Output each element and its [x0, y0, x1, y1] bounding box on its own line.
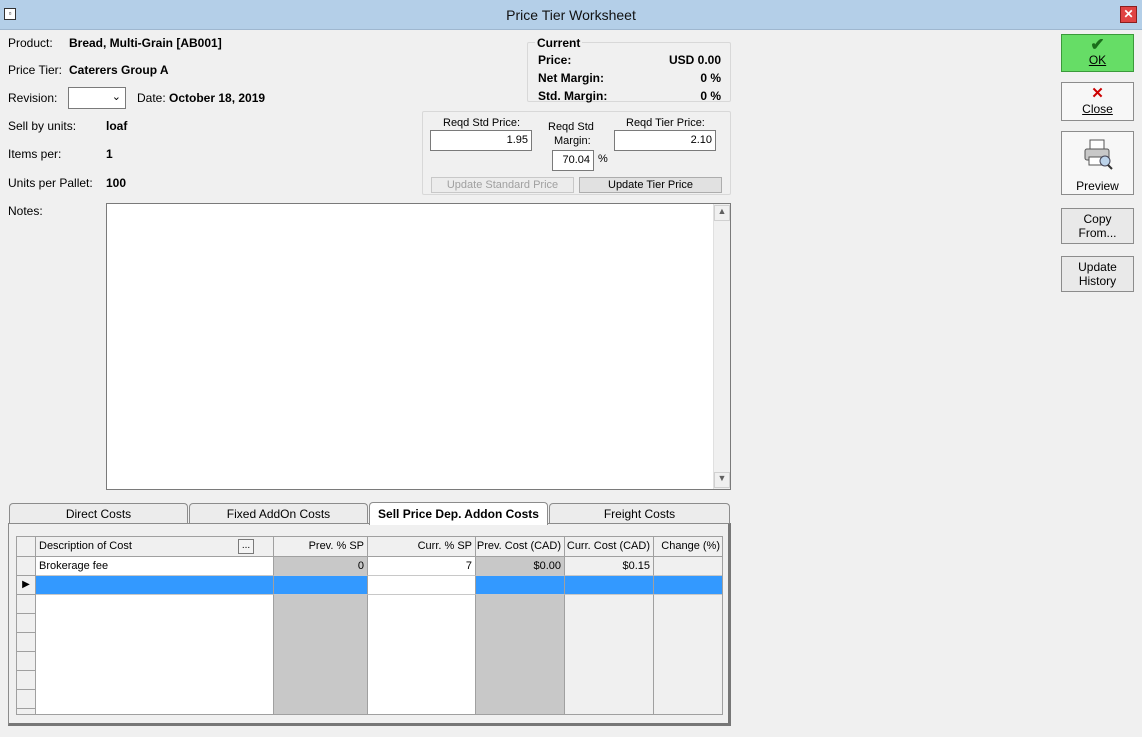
percent-sign: % [598, 153, 608, 165]
reqd-std-margin-input[interactable]: 70.04 [552, 150, 594, 171]
cell-description[interactable]: Brokerage fee [36, 557, 274, 576]
cell-curr-pct-sp[interactable]: 7 [368, 557, 476, 576]
revision-label: Revision: [8, 91, 58, 105]
cell-curr-cost: $0.15 [565, 557, 654, 576]
update-history-label-line1: Update [1078, 260, 1117, 274]
description-ellipsis-button[interactable]: ... [238, 539, 254, 554]
items-per-value: 1 [106, 147, 113, 161]
update-tier-price-button[interactable]: Update Tier Price [579, 177, 722, 193]
product-label: Product: [8, 36, 53, 50]
close-button[interactable]: ✕ Close [1061, 82, 1134, 121]
cell-prev-cost: $0.00 [476, 557, 565, 576]
printer-icon [1084, 139, 1113, 170]
new-row-description[interactable] [36, 576, 274, 595]
cell-prev-pct-sp: 0 [274, 557, 368, 576]
current-price-value: USD 0.00 [668, 53, 721, 67]
tab-fixed-addon-costs[interactable]: Fixed AddOn Costs [189, 503, 368, 524]
sell-by-units-value: loaf [106, 119, 128, 133]
window-title: Price Tier Worksheet [506, 7, 636, 23]
new-row-change-pct [654, 576, 722, 595]
date-label: Date: [137, 91, 166, 105]
grid-corner [17, 537, 36, 557]
notes-textarea[interactable]: ▲ ▼ [106, 203, 731, 490]
current-row-indicator-icon[interactable]: ▶ [17, 576, 36, 595]
cell-change-pct [654, 557, 722, 576]
current-group: Current Price: USD 0.00 Net Margin: 0 % … [527, 36, 731, 103]
product-value: Bread, Multi-Grain [AB001] [69, 36, 222, 50]
copy-from-label-line2: From... [1078, 226, 1117, 240]
units-per-pallet-label: Units per Pallet: [8, 176, 93, 190]
preview-label: Preview [1076, 179, 1119, 193]
title-bar: ▫ Price Tier Worksheet ✕ [0, 0, 1142, 30]
empty-description-column [36, 595, 274, 714]
tab-freight-costs[interactable]: Freight Costs [549, 503, 730, 524]
items-per-label: Items per: [8, 147, 62, 161]
notes-scrollbar[interactable]: ▲ ▼ [713, 204, 730, 489]
empty-prev-cost-column [476, 595, 565, 714]
reqd-tier-price-input[interactable]: 2.10 [614, 130, 716, 151]
tab-direct-costs[interactable]: Direct Costs [9, 503, 188, 524]
reqd-std-price-input[interactable]: 1.95 [430, 130, 532, 151]
close-label: Close [1082, 102, 1113, 116]
window-close-button[interactable]: ✕ [1120, 6, 1137, 23]
checkmark-icon: ✔ [1090, 35, 1105, 54]
column-header-prev-pct-sp[interactable]: Prev. % SP [274, 537, 368, 557]
ok-label: OK [1088, 53, 1107, 67]
column-header-change-pct[interactable]: Change (%) [654, 537, 722, 557]
std-margin-value: 0 % [700, 89, 721, 103]
price-tier-label: Price Tier: [8, 63, 63, 77]
new-row-prev-pct-sp [274, 576, 368, 595]
std-margin-label: Std. Margin: [538, 89, 608, 103]
revision-select[interactable]: ⌄ [68, 87, 126, 109]
date-value: October 18, 2019 [169, 91, 266, 105]
copy-from-button[interactable]: Copy From... [1061, 208, 1134, 244]
reqd-std-price-label: Reqd Std Price: [443, 117, 521, 129]
current-price-label: Price: [538, 53, 572, 67]
price-tier-value: Caterers Group A [69, 63, 169, 77]
column-header-description-label: Description of Cost [39, 540, 132, 552]
sell-by-units-label: Sell by units: [8, 119, 77, 133]
row-header[interactable] [17, 557, 36, 576]
ok-button[interactable]: ✔ OK [1061, 34, 1134, 72]
reqd-std-margin-label-line1: Reqd Std [548, 121, 594, 133]
new-row-curr-cost [565, 576, 654, 595]
scroll-down-icon[interactable]: ▼ [714, 472, 730, 488]
units-per-pallet-value: 100 [106, 176, 127, 190]
update-history-label-line2: History [1078, 274, 1117, 288]
scroll-up-icon[interactable]: ▲ [714, 205, 730, 221]
notes-label: Notes: [8, 204, 43, 218]
chevron-down-icon[interactable]: ⌄ [112, 90, 121, 103]
net-margin-value: 0 % [700, 71, 721, 85]
empty-curr-pct-column [368, 595, 476, 714]
empty-curr-cost-column [565, 595, 654, 714]
row-header-column [17, 595, 36, 714]
update-history-button[interactable]: Update History [1061, 256, 1134, 292]
empty-prev-pct-column [274, 595, 368, 714]
current-heading: Current [535, 36, 583, 50]
reqd-std-margin-label-line2: Margin: [554, 135, 591, 147]
column-header-curr-pct-sp[interactable]: Curr. % SP [368, 537, 476, 557]
column-header-prev-cost[interactable]: Prev. Cost (CAD) [476, 537, 565, 557]
preview-button[interactable]: Preview [1061, 131, 1134, 195]
new-row-curr-pct-sp[interactable] [368, 576, 476, 595]
copy-from-label-line1: Copy [1083, 212, 1112, 226]
tab-sell-price-dep-addon-costs[interactable]: Sell Price Dep. Addon Costs [369, 502, 548, 525]
new-row-prev-cost [476, 576, 565, 595]
costs-grid[interactable]: Description of Cost ... Prev. % SP Curr.… [16, 536, 723, 715]
net-margin-label: Net Margin: [538, 71, 604, 85]
empty-change-column [654, 595, 722, 714]
close-icon: ✕ [1091, 85, 1104, 102]
required-pricing-group: Reqd Std Price: 1.95 Reqd Std Margin: 70… [422, 111, 731, 195]
column-header-curr-cost[interactable]: Curr. Cost (CAD) [565, 537, 654, 557]
update-standard-price-button[interactable]: Update Standard Price [431, 177, 574, 193]
reqd-tier-price-label: Reqd Tier Price: [626, 117, 705, 129]
